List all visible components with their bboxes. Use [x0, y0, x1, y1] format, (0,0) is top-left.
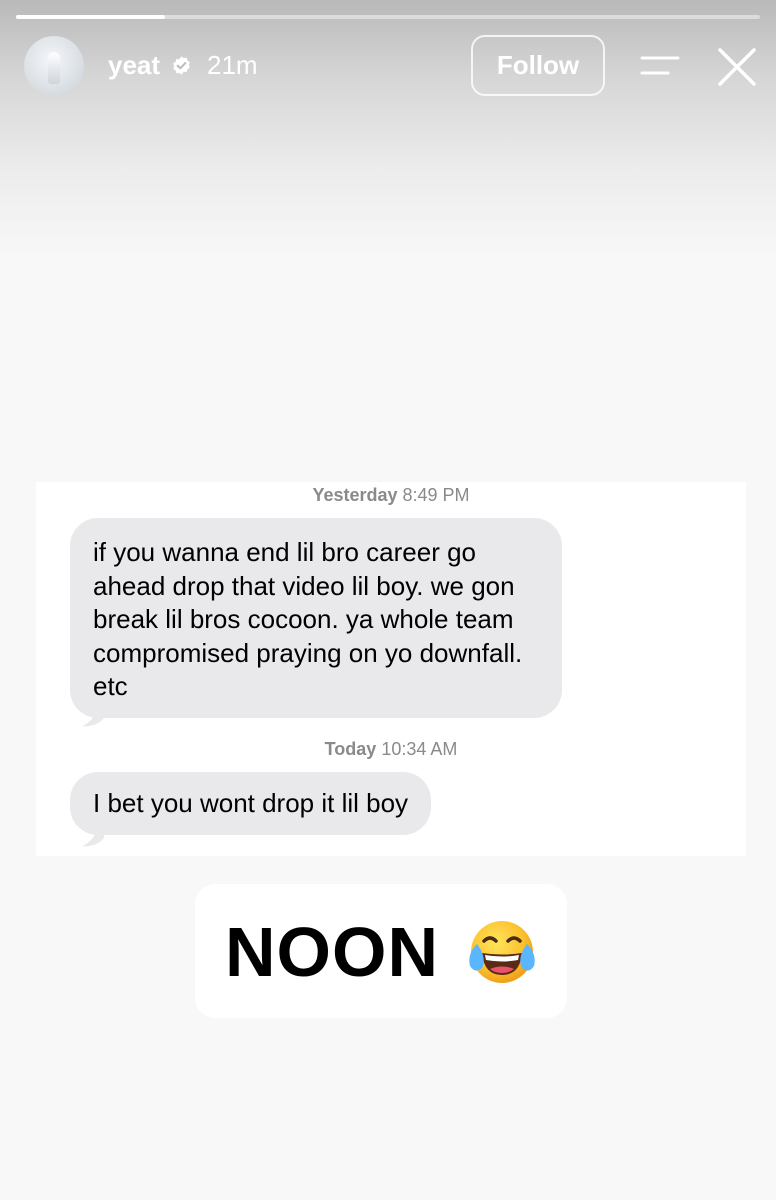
timestamp-day: Today — [324, 739, 377, 759]
timestamp-day: Yesterday — [312, 485, 398, 505]
avatar[interactable] — [24, 36, 84, 96]
timestamp-time: 10:34 AM — [381, 739, 458, 759]
close-icon[interactable] — [716, 46, 758, 88]
text-sticker: NOON — [195, 884, 567, 1018]
message-screenshot: Yesterday 8:49 PM if you wanna end lil b… — [36, 482, 746, 856]
sticker-text: NOON — [225, 913, 439, 991]
message-bubble: I bet you wont drop it lil boy — [70, 772, 432, 835]
avatar-figure — [48, 52, 60, 84]
timestamp-today: Today 10:34 AM — [36, 739, 746, 760]
story-progress-fill — [16, 15, 165, 19]
bubble-tail-icon — [82, 708, 104, 727]
face-with-tears-of-joy-icon — [469, 921, 535, 983]
top-shade — [0, 0, 776, 260]
timestamp-yesterday: Yesterday 8:49 PM — [36, 485, 746, 506]
verified-badge-icon — [173, 56, 190, 75]
username[interactable]: yeat — [108, 48, 160, 82]
follow-button[interactable]: Follow — [471, 35, 605, 96]
story-time: 21m — [207, 50, 258, 80]
bubble-tail-icon — [82, 828, 104, 847]
timestamp-time: 8:49 PM — [402, 485, 470, 505]
message-bubble: if you wanna end lil bro career go ahead… — [70, 518, 562, 718]
story-progress-bar — [16, 15, 760, 19]
menu-icon[interactable] — [640, 54, 680, 78]
